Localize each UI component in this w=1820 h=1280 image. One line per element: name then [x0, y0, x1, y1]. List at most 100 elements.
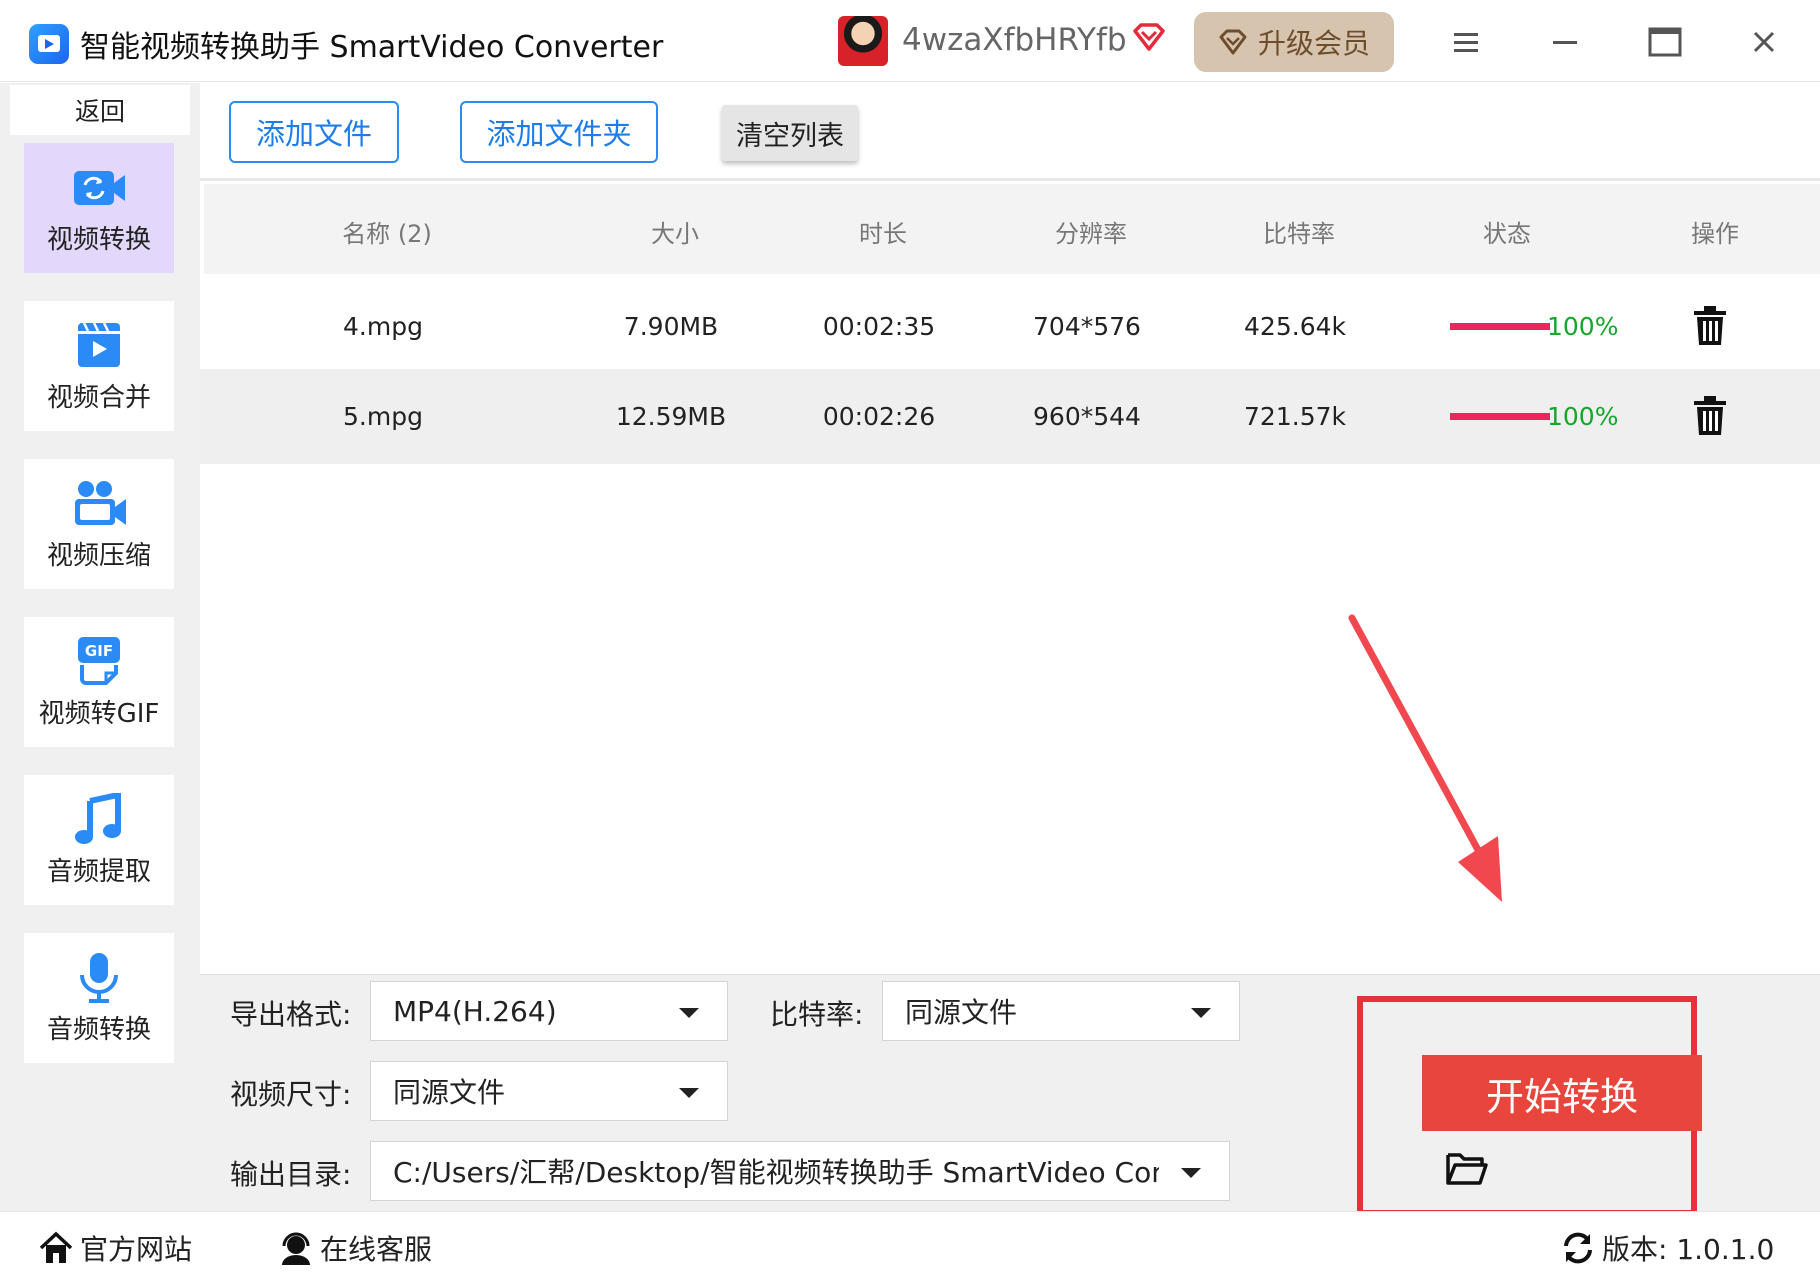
- online-support-label: 在线客服: [320, 1233, 433, 1266]
- file-bitrate: 425.64k: [1244, 312, 1346, 341]
- progress-fill: [1450, 323, 1550, 330]
- sidebar-item-label: 视频合并: [46, 382, 151, 413]
- minimize-button[interactable]: [1541, 18, 1589, 66]
- username[interactable]: 4wzaXfbHRYfb: [902, 22, 1127, 58]
- chevron-down-icon: [1181, 1168, 1201, 1178]
- status-bar: 官方网站 在线客服 版本: 1.0.1.0: [0, 1211, 1820, 1280]
- video-compress-icon: [75, 480, 126, 525]
- file-bitrate: 721.57k: [1244, 402, 1346, 431]
- table-row[interactable]: 4.mpg 7.90MB 00:02:35 704*576 425.64k 10…: [200, 279, 1820, 374]
- version-label: 版本: 1.0.1.0: [1602, 1233, 1775, 1266]
- app-logo-icon: [29, 24, 69, 64]
- column-header-bitrate[interactable]: 比特率: [1263, 214, 1335, 249]
- progress-bar: [1450, 323, 1550, 330]
- sidebar-item-video-convert[interactable]: 视频转换: [24, 143, 174, 273]
- sidebar: 返回 视频转换 视频合并 视频压缩 GIF 视频转GIF 音频提取 音频转换: [0, 83, 200, 1211]
- table-row[interactable]: 5.mpg 12.59MB 00:02:26 960*544 721.57k 1…: [200, 369, 1820, 464]
- format-value: MP4(H.264): [393, 994, 557, 1028]
- version-info[interactable]: 版本: 1.0.1.0: [1560, 1228, 1774, 1268]
- column-header-actions: 操作: [1691, 220, 1739, 248]
- sidebar-item-video-compress[interactable]: 视频压缩: [24, 459, 174, 589]
- delete-trash-icon[interactable]: [1690, 395, 1730, 437]
- microphone-icon: [80, 952, 118, 1003]
- start-convert-button[interactable]: 开始转换: [1422, 1055, 1702, 1131]
- progress-text: 100%: [1547, 402, 1619, 431]
- file-duration: 00:02:26: [822, 402, 936, 431]
- format-label: 导出格式:: [230, 998, 352, 1031]
- sidebar-item-video-merge[interactable]: 视频合并: [24, 301, 174, 431]
- column-header-duration[interactable]: 时长: [859, 214, 907, 249]
- video-merge-icon: [78, 321, 120, 367]
- progress-text: 100%: [1547, 312, 1619, 341]
- close-button[interactable]: [1740, 18, 1788, 66]
- sidebar-item-label: 音频提取: [46, 856, 151, 887]
- menu-button[interactable]: [1442, 18, 1490, 66]
- file-duration: 00:02:35: [822, 312, 936, 341]
- bitrate-label: 比特率:: [770, 998, 864, 1031]
- diamond-icon: [1219, 29, 1247, 55]
- bitrate-select[interactable]: 同源文件: [882, 981, 1240, 1041]
- file-resolution: 704*576: [1033, 312, 1141, 341]
- maximize-button[interactable]: [1641, 18, 1689, 66]
- format-select[interactable]: MP4(H.264): [370, 981, 728, 1041]
- file-size: 7.90MB: [623, 312, 719, 341]
- sidebar-item-video-gif[interactable]: GIF 视频转GIF: [24, 617, 174, 747]
- progress-fill: [1450, 413, 1550, 420]
- file-list-empty-area: [200, 464, 1820, 974]
- refresh-icon: [1564, 1232, 1592, 1264]
- delete-trash-icon[interactable]: [1690, 305, 1730, 347]
- sidebar-item-label: 视频压缩: [46, 540, 151, 571]
- app-title: 智能视频转换助手 SmartVideo Converter: [80, 30, 664, 65]
- output-dir-value: C:/Users/汇帮/Desktop/智能视频转换助手 SmartVideo …: [393, 1156, 1159, 1189]
- column-header-size[interactable]: 大小: [651, 214, 699, 249]
- toolbar: 添加文件 添加文件夹 清空列表: [200, 83, 1820, 181]
- close-icon: [1753, 31, 1775, 53]
- back-button[interactable]: 返回: [10, 85, 190, 135]
- official-website-label: 官方网站: [80, 1233, 193, 1266]
- file-resolution: 960*544: [1033, 402, 1141, 431]
- title-bar: 智能视频转换助手 SmartVideo Converter 4wzaXfbHRY…: [0, 0, 1820, 82]
- customer-service-icon: [282, 1232, 310, 1265]
- video-size-value: 同源文件: [393, 1076, 506, 1109]
- annotation-arrow-icon: [1348, 614, 1502, 902]
- hamburger-menu-icon: [1454, 33, 1478, 52]
- video-convert-icon: [74, 170, 125, 205]
- table-header: 名称 (2) 大小 时长 分辨率 比特率 状态 操作: [204, 184, 1820, 274]
- gif-icon: GIF: [78, 636, 120, 685]
- upgrade-vip-button[interactable]: 升级会员: [1194, 12, 1394, 72]
- chevron-down-icon: [679, 1008, 699, 1018]
- user-avatar[interactable]: [838, 16, 888, 66]
- app-window: 智能视频转换助手 SmartVideo Converter 4wzaXfbHRY…: [0, 0, 1820, 1280]
- sidebar-item-audio-extract[interactable]: 音频提取: [24, 775, 174, 905]
- sidebar-item-audio-convert[interactable]: 音频转换: [24, 933, 174, 1063]
- video-size-select[interactable]: 同源文件: [370, 1061, 728, 1121]
- file-size: 12.59MB: [615, 402, 727, 431]
- online-support-link[interactable]: 在线客服: [278, 1228, 432, 1268]
- home-icon: [39, 1231, 73, 1263]
- column-header-status: 状态: [1483, 220, 1531, 248]
- sidebar-item-label: 视频转换: [46, 224, 151, 255]
- bitrate-value: 同源文件: [905, 996, 1018, 1029]
- video-size-label: 视频尺寸:: [230, 1078, 352, 1111]
- column-header-resolution[interactable]: 分辨率: [1055, 214, 1127, 249]
- add-folder-button[interactable]: 添加文件夹: [460, 101, 658, 163]
- upgrade-label: 升级会员: [1257, 27, 1370, 60]
- sidebar-item-label: 音频转换: [46, 1014, 151, 1045]
- chevron-down-icon: [679, 1088, 699, 1098]
- file-name: 5.mpg: [343, 402, 423, 431]
- output-dir-label: 输出目录:: [230, 1158, 352, 1191]
- sidebar-item-label: 视频转GIF: [38, 698, 160, 729]
- official-website-link[interactable]: 官方网站: [38, 1228, 192, 1268]
- file-name: 4.mpg: [343, 312, 423, 341]
- column-header-name[interactable]: 名称 (2): [342, 214, 432, 249]
- svg-text:GIF: GIF: [85, 642, 113, 660]
- music-note-icon: [75, 792, 121, 844]
- progress-bar: [1450, 413, 1550, 420]
- maximize-icon: [1648, 27, 1682, 57]
- output-dir-select[interactable]: C:/Users/汇帮/Desktop/智能视频转换助手 SmartVideo …: [370, 1141, 1230, 1201]
- minimize-icon: [1553, 41, 1577, 44]
- vip-diamond-icon: [1133, 23, 1165, 51]
- clear-list-button[interactable]: 清空列表: [722, 105, 858, 161]
- chevron-down-icon: [1191, 1008, 1211, 1018]
- add-file-button[interactable]: 添加文件: [229, 101, 399, 163]
